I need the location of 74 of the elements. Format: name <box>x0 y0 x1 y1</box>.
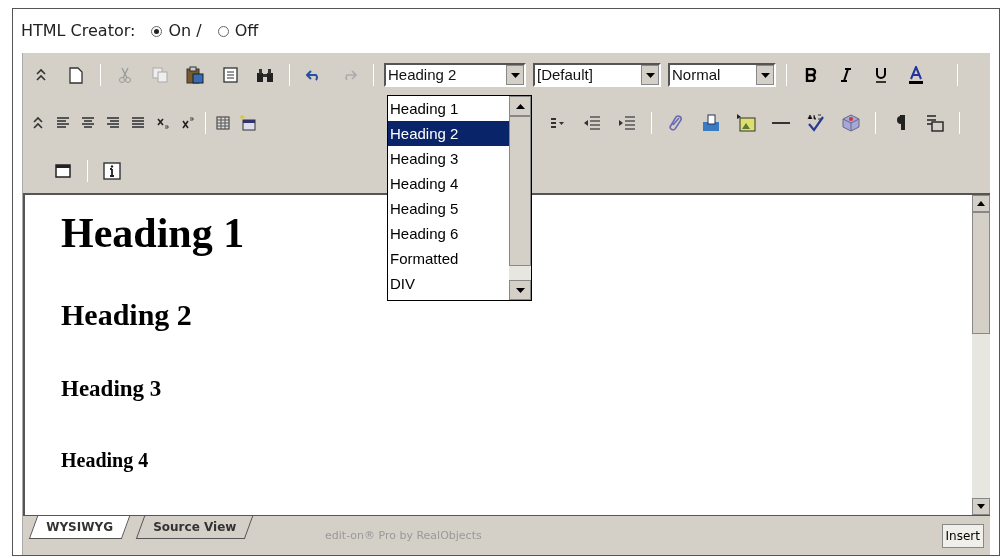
indent-icon <box>618 116 636 130</box>
table-insert-icon <box>240 115 256 131</box>
binoculars-icon <box>256 67 274 83</box>
scroll-down-button[interactable] <box>972 498 990 515</box>
dropdown-arrow-button[interactable] <box>506 65 524 85</box>
format-option[interactable]: Heading 6 <box>388 221 509 246</box>
scroll-down-button[interactable] <box>509 280 531 300</box>
dropdown-scrollbar[interactable] <box>509 96 531 300</box>
block-element-icon <box>926 114 944 132</box>
dropdown-arrow-button[interactable] <box>756 65 774 85</box>
format-option[interactable]: Heading 2 <box>388 121 509 146</box>
text-color-icon <box>908 66 924 84</box>
list-dropdown-icon <box>550 117 564 129</box>
table-insert-button[interactable] <box>237 112 259 134</box>
justify-icon <box>131 117 145 129</box>
dropdown-arrow-button[interactable] <box>641 65 659 85</box>
down-arrow-icon <box>645 72 655 78</box>
outdent-icon <box>583 116 601 130</box>
align-right-icon <box>106 117 120 129</box>
mode-radio-option[interactable]: Off <box>217 19 259 43</box>
table-icon <box>216 116 230 130</box>
format-option[interactable]: Formatted <box>388 246 509 271</box>
format-option[interactable]: Heading 5 <box>388 196 509 221</box>
format-option[interactable]: Heading 1 <box>388 96 509 121</box>
scissors-icon <box>118 66 132 84</box>
italic-icon <box>840 68 852 82</box>
heading-text: Heading 2 <box>61 296 192 333</box>
underline-icon <box>875 67 887 83</box>
up-arrow-icon <box>515 103 525 109</box>
editor-tab[interactable]: WYSIWYG <box>28 516 130 539</box>
mode-radio-option[interactable]: On / <box>151 19 202 43</box>
copy-icon <box>151 67 169 83</box>
heading-text: Heading 1 <box>61 209 245 258</box>
window-icon <box>55 164 71 178</box>
spellcheck-icon <box>807 114 825 132</box>
down-arrow-icon <box>510 72 520 78</box>
paragraph-mark-icon <box>894 115 906 131</box>
align-left-icon <box>56 117 70 129</box>
radio-button[interactable] <box>151 25 163 37</box>
new-document-icon <box>69 66 83 84</box>
scroll-up-button[interactable] <box>509 96 531 116</box>
image-upload-icon <box>702 114 720 132</box>
font-select[interactable]: [Default] <box>533 63 661 87</box>
text-document-icon <box>222 67 238 83</box>
format-option[interactable]: Heading 4 <box>388 171 509 196</box>
image-icon <box>736 114 756 132</box>
block-format-select[interactable]: Heading 2 <box>384 63 526 87</box>
down-arrow-icon <box>977 504 985 509</box>
heading-text: Heading 4 <box>61 447 149 473</box>
down-arrow-icon <box>515 287 525 293</box>
font-size-select[interactable]: Normal <box>668 63 776 87</box>
cube-icon <box>842 114 860 132</box>
up-arrow-icon <box>977 201 985 206</box>
editor-label: HTML Creator: <box>21 20 136 42</box>
collapse-chevron-icon <box>36 68 46 82</box>
collapse-chevron-icon <box>33 116 43 130</box>
editor-tab[interactable]: Source View <box>135 516 254 539</box>
align-center-icon <box>81 117 95 129</box>
vertical-scrollbar[interactable] <box>972 195 990 515</box>
horizontal-rule-icon <box>772 121 790 125</box>
radio-button[interactable] <box>217 25 229 37</box>
info-icon <box>103 162 121 180</box>
scroll-thumb[interactable] <box>509 116 531 266</box>
format-option[interactable]: Heading 3 <box>388 146 509 171</box>
superscript-icon <box>182 117 194 129</box>
heading-text: Heading 3 <box>61 375 162 403</box>
scroll-thumb[interactable] <box>972 212 990 334</box>
subscript-icon <box>157 117 169 129</box>
format-option[interactable]: DIV <box>388 271 509 296</box>
down-arrow-icon <box>760 72 770 78</box>
clipboard-icon <box>186 66 204 84</box>
bold-icon <box>805 68 817 82</box>
scroll-up-button[interactable] <box>972 195 990 212</box>
insert-mode-indicator: Insert <box>941 524 984 548</box>
